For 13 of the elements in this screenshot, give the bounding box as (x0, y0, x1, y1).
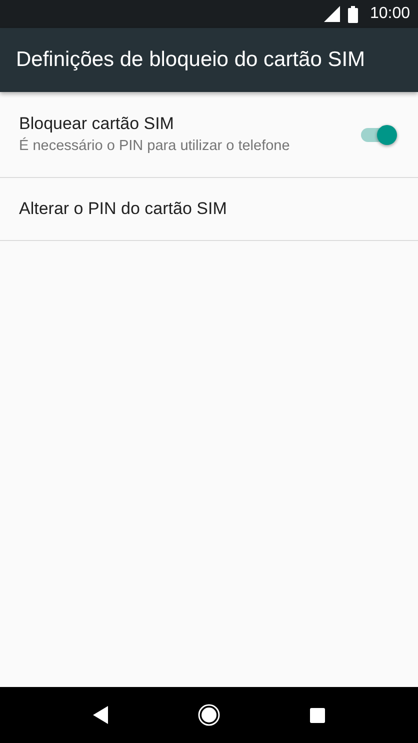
setting-summary: É necessário o PIN para utilizar o telefone (19, 136, 290, 156)
clock-time: 10:00 (370, 4, 410, 24)
recents-icon[interactable] (310, 708, 326, 722)
toggle-switch[interactable] (361, 128, 395, 142)
screen-title: Definições de bloqueio do cartão SIM (16, 47, 366, 74)
settings-row[interactable]: Alterar o PIN do cartão SIM (0, 178, 418, 241)
signal-icon (324, 6, 340, 22)
settings-row[interactable]: Bloquear cartão SIM É necessário o PIN para utilizar o telefone (0, 92, 418, 178)
back-icon[interactable] (92, 706, 109, 724)
setting-title: Alterar o PIN do cartão SIM (19, 198, 227, 220)
setting-title: Bloquear cartão SIM (19, 112, 175, 135)
battery-icon (348, 6, 358, 22)
home-icon[interactable] (198, 704, 220, 726)
